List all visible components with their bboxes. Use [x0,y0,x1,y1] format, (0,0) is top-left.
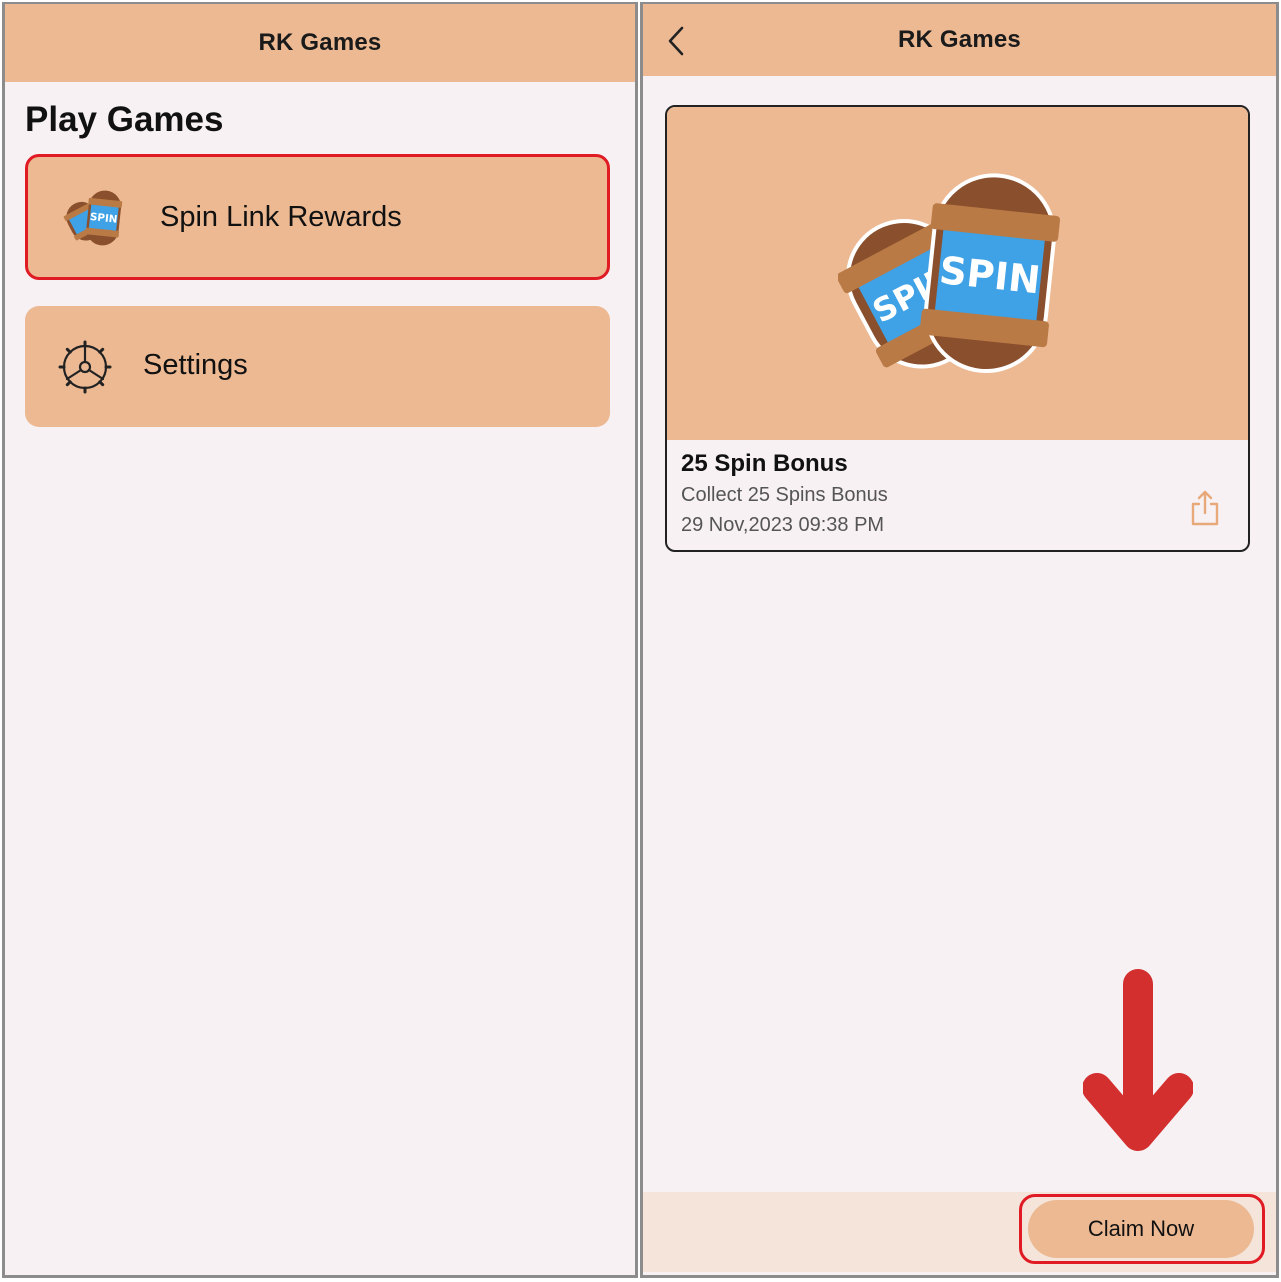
navigation-bar: RK Games [5,4,635,82]
menu-item-spin-link-rewards[interactable]: SPIN Spin Link Rewards [25,154,610,280]
gear-icon [57,339,113,395]
left-screen: RK Games Play Games SPIN Spin Link Rewar… [2,2,638,1278]
menu-item-label: Settings [143,349,248,381]
spin-capsules-icon: SPIN SPIN [837,172,1060,373]
nav-title: RK Games [898,26,1021,53]
claim-now-button[interactable]: Claim Now [1028,1200,1254,1258]
reward-title: 25 Spin Bonus [681,450,848,477]
navigation-bar: RK Games [643,4,1276,76]
reward-card[interactable]: SPIN SPIN 25 Spin Bonus Collect 25 Spins… [665,105,1250,552]
nav-title: RK Games [258,29,382,56]
arrow-down-icon [1082,968,1194,1159]
menu-item-label: Spin Link Rewards [160,201,402,233]
spin-capsules-icon: SPIN [62,189,124,247]
page-title: Play Games [25,100,224,139]
chevron-left-icon [668,26,684,56]
back-button[interactable] [661,24,691,58]
right-screen: RK Games SPIN SPIN 25 Spin Bonus Collect… [640,2,1279,1278]
menu-item-settings[interactable]: Settings [25,306,610,427]
share-button[interactable] [1188,489,1222,527]
reward-date: 29 Nov,2023 09:38 PM [681,514,885,536]
reward-image: SPIN SPIN [667,107,1248,440]
share-icon [1191,490,1219,526]
reward-description: Collect 25 Spins Bonus [681,484,888,506]
